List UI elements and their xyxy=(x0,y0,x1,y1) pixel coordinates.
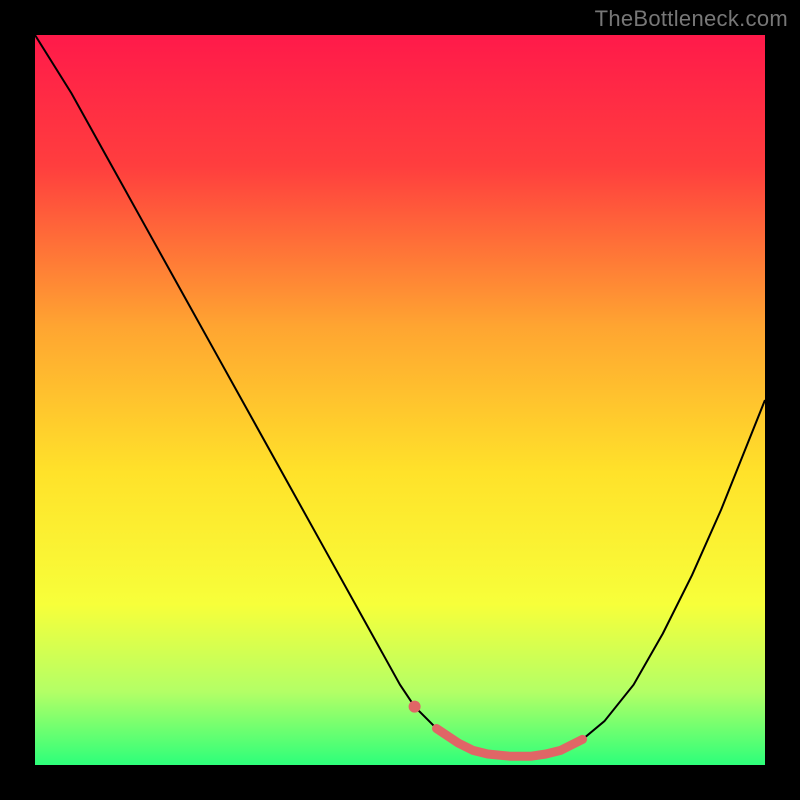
watermark-text: TheBottleneck.com xyxy=(595,6,788,32)
dot-marker-dot xyxy=(409,701,421,713)
plot-background xyxy=(35,35,765,765)
bottleneck-chart: TheBottleneck.com xyxy=(0,0,800,800)
chart-svg xyxy=(0,0,800,800)
